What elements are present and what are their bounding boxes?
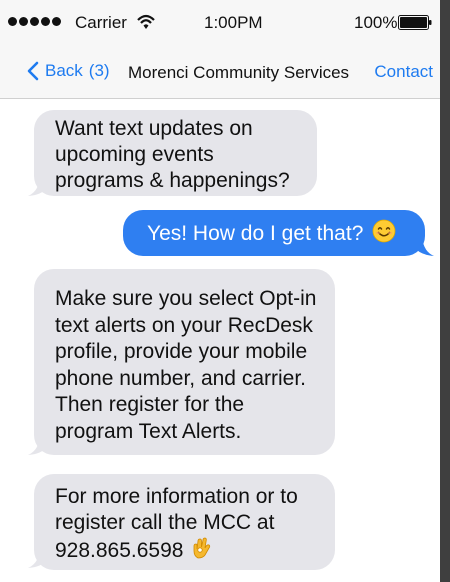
ok-hand-icon <box>193 537 211 559</box>
message-text: Yes! How do I get that? <box>147 222 364 245</box>
contact-button[interactable]: Contact <box>374 62 433 82</box>
message-line: Make sure you select Opt-in <box>55 287 317 310</box>
signal-strength-icon <box>8 17 61 26</box>
message-thread[interactable]: Want text updates on upcoming events pro… <box>0 99 440 582</box>
battery-icon <box>398 15 432 30</box>
message-line: register call the MCC at <box>55 511 275 534</box>
message-line: phone number, and carrier. <box>55 366 306 390</box>
message-bubble-incoming[interactable]: For more information or to register call… <box>34 474 335 570</box>
message-line: profile, provide your mobile <box>55 340 308 363</box>
phone-screen: Carrier 1:00PM 100% Back (3) Morenci Com… <box>0 0 440 582</box>
back-button[interactable]: Back (3) <box>26 61 110 81</box>
message-line: text alerts on your RecDesk <box>55 313 313 337</box>
status-bar: Carrier 1:00PM 100% <box>0 0 440 46</box>
message-line: upcoming events <box>55 143 214 166</box>
navigation-bar: Back (3) Morenci Community Services Cont… <box>0 46 440 99</box>
message-line: For more information or to <box>55 485 298 508</box>
screen-edge <box>440 0 450 582</box>
message-line: program Text Alerts. <box>55 419 242 443</box>
message-line: Then register for the <box>55 393 245 416</box>
message-bubble-outgoing[interactable]: Yes! How do I get that? <box>123 210 425 256</box>
clock-time: 1:00PM <box>204 13 263 32</box>
message-line: programs & happenings? <box>55 169 290 192</box>
message-line: Want text updates on <box>55 117 253 140</box>
battery-percentage: 100% <box>354 13 398 32</box>
smiling-face-icon <box>372 219 396 243</box>
back-label: Back <box>45 61 83 80</box>
phone-number[interactable]: 928.865.6598 <box>55 539 183 562</box>
carrier-name: Carrier <box>75 13 127 32</box>
conversation-title: Morenci Community Services <box>128 63 350 82</box>
message-bubble-incoming[interactable]: Make sure you select Opt-in text alerts … <box>34 269 335 455</box>
chevron-left-icon <box>27 61 39 81</box>
wifi-icon <box>137 14 155 29</box>
message-bubble-incoming[interactable]: Want text updates on upcoming events pro… <box>34 110 317 196</box>
unread-count: (3) <box>88 61 110 80</box>
